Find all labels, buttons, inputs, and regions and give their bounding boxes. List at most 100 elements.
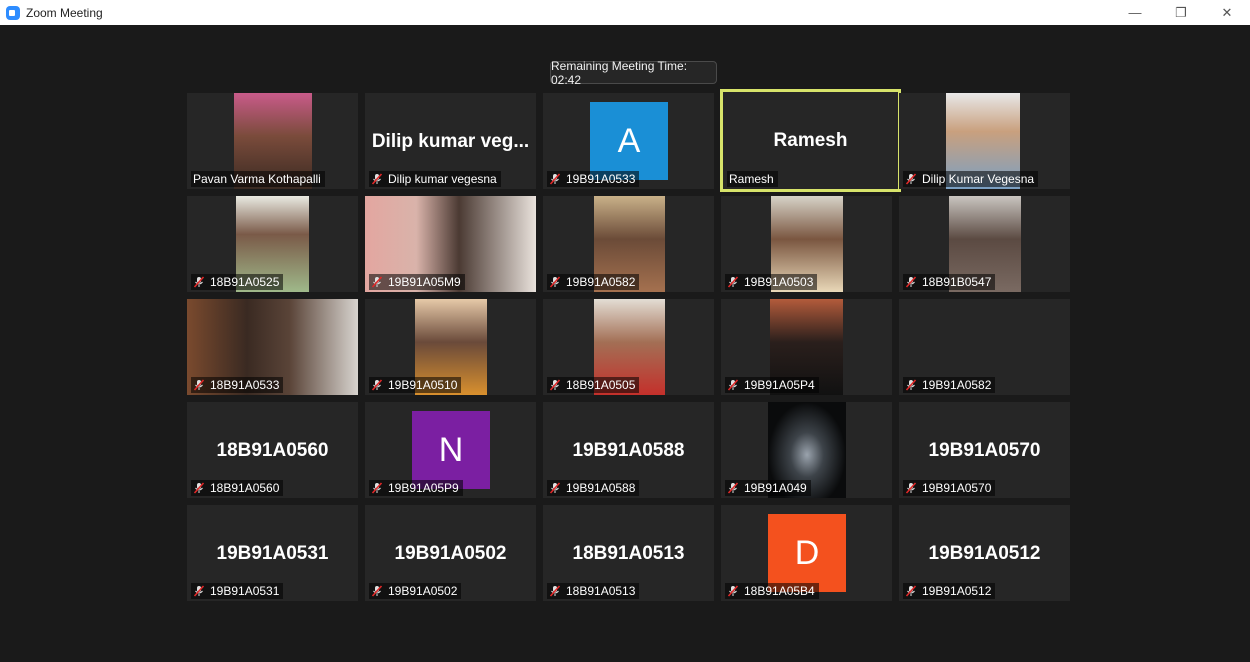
participant-tile[interactable]: 19B91A05M9 <box>365 196 536 292</box>
participant-name: 18B91A0533 <box>210 378 280 392</box>
participant-tile[interactable]: 18B91A0533 <box>187 299 358 395</box>
close-button[interactable]: ✕ <box>1204 0 1250 25</box>
participant-name-label: 18B91A0505 <box>547 377 640 393</box>
participant-avatar: N <box>412 411 490 489</box>
participant-display-name: Ramesh <box>773 130 848 151</box>
title-bar: Zoom Meeting — ❐ ✕ <box>0 0 1250 25</box>
participant-tile[interactable]: 19B91A0588 19B91A0588 <box>543 402 714 498</box>
muted-mic-icon <box>727 585 739 597</box>
participant-name-label: 18B91A0525 <box>191 274 284 290</box>
participant-name: 19B91A05P4 <box>744 378 815 392</box>
participant-display-name: Dilip kumar veg... <box>371 131 530 152</box>
participant-display-name: 18B91A0513 <box>572 543 685 564</box>
participant-display-name: 19B91A0502 <box>394 543 507 564</box>
muted-mic-icon <box>549 585 561 597</box>
participant-tile[interactable]: 18B91A0560 18B91A0560 <box>187 402 358 498</box>
participant-name: 19B91A0531 <box>210 584 280 598</box>
muted-mic-icon <box>371 276 383 288</box>
participant-name: 19B91A0502 <box>388 584 458 598</box>
muted-mic-icon <box>905 276 917 288</box>
participant-display-name: 19B91A0512 <box>928 543 1041 564</box>
participant-name: Ramesh <box>729 172 774 186</box>
participant-avatar: D <box>768 514 846 592</box>
participant-name: 19B91A0503 <box>744 275 814 289</box>
muted-mic-icon <box>549 482 561 494</box>
participant-tile[interactable]: 19B91A0510 <box>365 299 536 395</box>
participant-name-label: 19B91A05P4 <box>725 377 819 393</box>
participant-name-label: 19B91A0510 <box>369 377 462 393</box>
participant-name-label: 19B91A05P9 <box>369 480 463 496</box>
participant-name: 18B91B0547 <box>922 275 992 289</box>
participant-name-label: 18B91A0513 <box>547 583 640 599</box>
muted-mic-icon <box>727 482 739 494</box>
muted-mic-icon <box>549 276 561 288</box>
restore-button[interactable]: ❐ <box>1158 0 1204 25</box>
participant-name: 19B91A0582 <box>922 378 992 392</box>
participant-tile[interactable]: N 19B91A05P9 <box>365 402 536 498</box>
participant-tile[interactable]: 19B91A0502 19B91A0502 <box>365 505 536 601</box>
muted-mic-icon <box>727 379 739 391</box>
participant-tile[interactable]: 19B91A05P4 <box>721 299 892 395</box>
participant-name-label: 19B91A0582 <box>903 377 996 393</box>
participant-tile[interactable]: 19B91A0570 19B91A0570 <box>899 402 1070 498</box>
participant-display-name: 19B91A0588 <box>572 440 685 461</box>
gallery-grid: Pavan Varma Kothapalli Dilip kumar veg...… <box>187 89 1070 601</box>
zoom-logo-icon <box>6 5 20 20</box>
participant-tile[interactable]: 18B91A0525 <box>187 196 358 292</box>
participant-name: 19B91A049 <box>744 481 807 495</box>
participant-tile[interactable]: D 18B91A05B4 <box>721 505 892 601</box>
participant-tile[interactable]: A 19B91A0533 <box>543 93 714 189</box>
participant-name: 19B91A0512 <box>922 584 992 598</box>
participant-name-label: Ramesh <box>727 171 778 187</box>
muted-mic-icon <box>905 173 917 185</box>
muted-mic-icon <box>371 379 383 391</box>
muted-mic-icon <box>549 173 561 185</box>
participant-name: 18B91A0513 <box>566 584 636 598</box>
participant-name-label: 18B91A0533 <box>191 377 284 393</box>
participant-tile[interactable]: 18B91B0547 <box>899 196 1070 292</box>
participant-name-label: 19B91A0582 <box>547 274 640 290</box>
participant-name: Dilip kumar vegesna <box>388 172 497 186</box>
participant-name-label: Dilip kumar vegesna <box>369 171 501 187</box>
participant-tile[interactable]: 19B91A0582 <box>543 196 714 292</box>
muted-mic-icon <box>905 585 917 597</box>
participant-name-label: Dilip Kumar Vegesna <box>903 171 1039 187</box>
muted-mic-icon <box>727 276 739 288</box>
participant-name-label: 19B91A0531 <box>191 583 284 599</box>
participant-name: 18B91A0505 <box>566 378 636 392</box>
muted-mic-icon <box>193 276 205 288</box>
participant-name-label: 19B91A0533 <box>547 171 640 187</box>
participant-avatar: A <box>590 102 668 180</box>
participant-tile[interactable]: 19B91A0512 19B91A0512 <box>899 505 1070 601</box>
muted-mic-icon <box>371 482 383 494</box>
participant-tile[interactable]: 18B91A0513 18B91A0513 <box>543 505 714 601</box>
participant-name: 18B91A0560 <box>210 481 280 495</box>
muted-mic-icon <box>193 482 205 494</box>
window-controls: — ❐ ✕ <box>1112 0 1250 25</box>
participant-name: 19B91A0582 <box>566 275 636 289</box>
minimize-button[interactable]: — <box>1112 0 1158 25</box>
participant-name-label: 19B91A0588 <box>547 480 640 496</box>
participant-tile[interactable]: 19B91A0582 <box>899 299 1070 395</box>
participant-name-label: 18B91A05B4 <box>725 583 819 599</box>
participant-tile[interactable]: Dilip Kumar Vegesna <box>899 93 1070 189</box>
participant-tile[interactable]: Dilip kumar veg... Dilip kumar vegesna <box>365 93 536 189</box>
muted-mic-icon <box>905 379 917 391</box>
remaining-time-badge: Remaining Meeting Time: 02:42 <box>550 59 717 87</box>
participant-tile[interactable]: 18B91A0505 <box>543 299 714 395</box>
participant-tile[interactable]: Pavan Varma Kothapalli <box>187 93 358 189</box>
participant-name: 19B91A0588 <box>566 481 636 495</box>
participant-name: 19B91A05M9 <box>388 275 461 289</box>
participant-name: 18B91A05B4 <box>744 584 815 598</box>
participant-tile[interactable]: 19B91A049 <box>721 402 892 498</box>
participant-tile[interactable]: 19B91A0531 19B91A0531 <box>187 505 358 601</box>
window-title: Zoom Meeting <box>26 5 103 20</box>
muted-mic-icon <box>193 379 205 391</box>
participant-name: 19B91A05P9 <box>388 481 459 495</box>
participant-name: Pavan Varma Kothapalli <box>193 172 321 186</box>
muted-mic-icon <box>193 585 205 597</box>
participant-tile[interactable]: Ramesh Ramesh <box>720 89 901 192</box>
participant-name-label: 18B91B0547 <box>903 274 996 290</box>
participant-display-name: 18B91A0560 <box>216 440 329 461</box>
participant-tile[interactable]: 19B91A0503 <box>721 196 892 292</box>
